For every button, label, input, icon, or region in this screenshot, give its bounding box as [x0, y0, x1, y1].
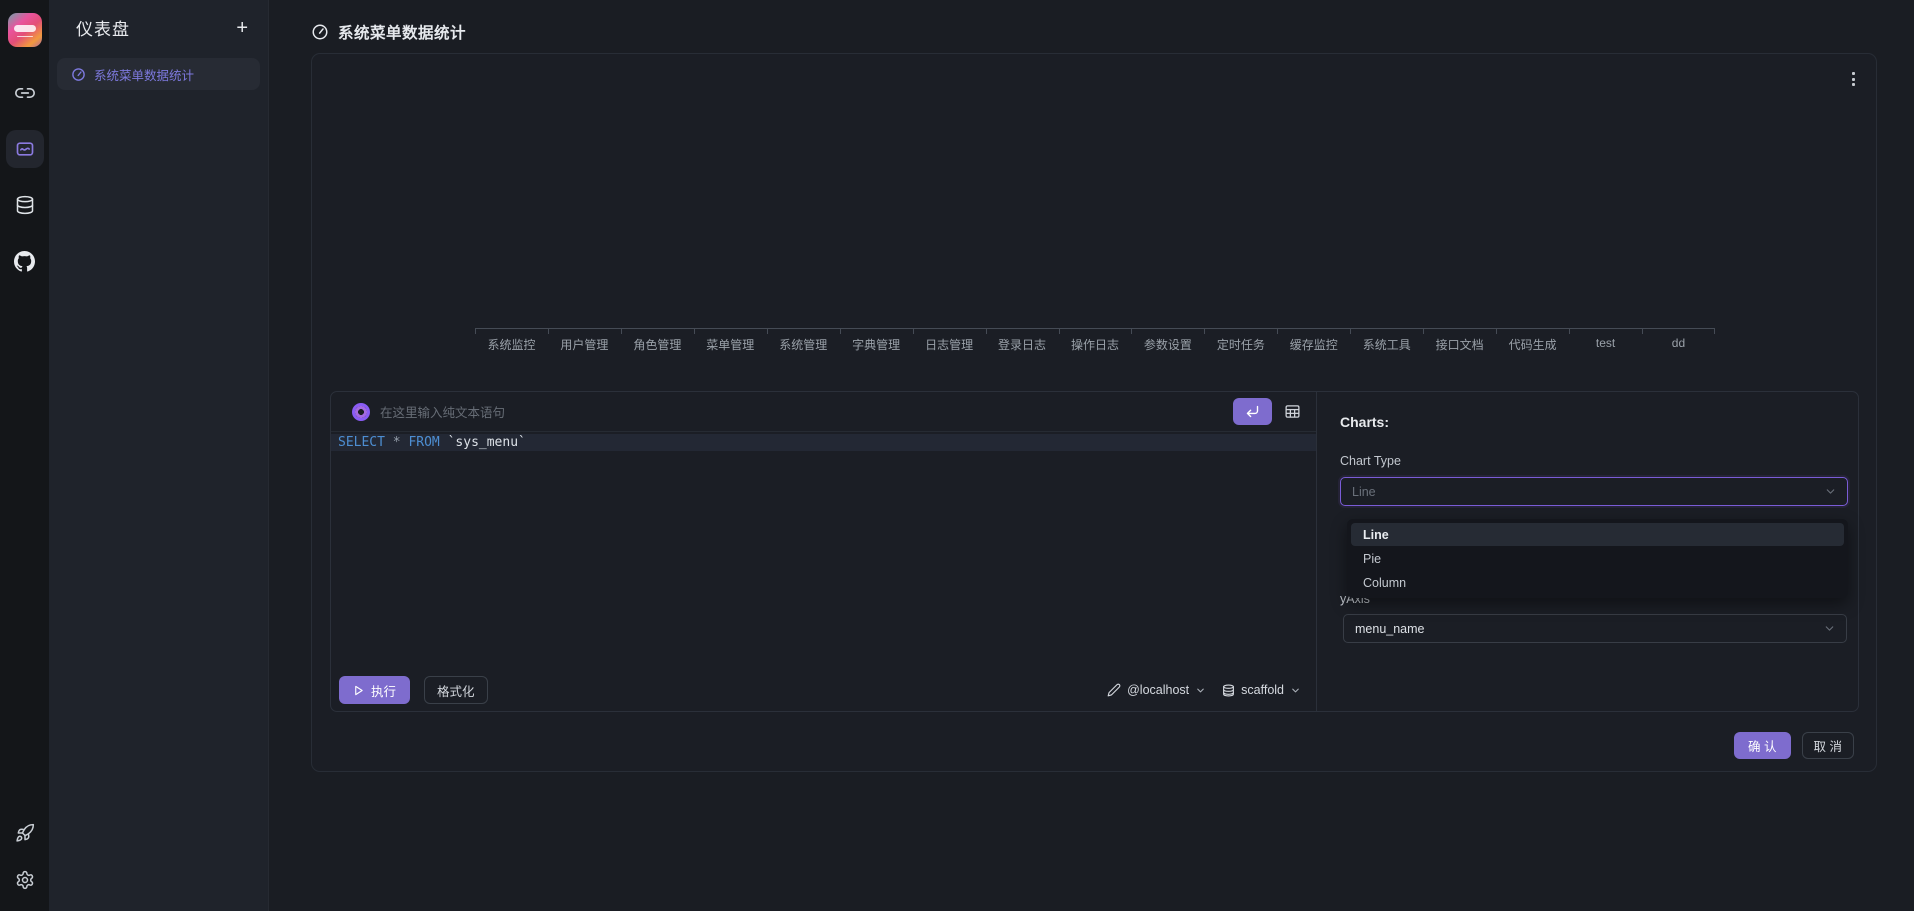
main-area: 系统菜单数据统计 系统监控 用户管理 角色管理 菜单管理 系统管理 字典管理 日… — [269, 0, 1914, 911]
link-icon[interactable] — [6, 74, 44, 112]
run-button[interactable]: 执行 — [339, 676, 410, 704]
table-view-icon[interactable] — [1282, 401, 1303, 422]
x-axis-tick-label: 用户管理 — [548, 329, 621, 353]
icon-rail — [0, 0, 49, 911]
sql-editor: 在这里输入纯文本语句 SELECT * FROM `sys_menu` — [331, 392, 1317, 711]
dashboard-list: 系统菜单数据统计 — [49, 40, 268, 90]
app-logo[interactable] — [8, 13, 42, 47]
dropdown-option[interactable]: Pie — [1351, 547, 1844, 570]
chevron-down-icon — [1290, 685, 1301, 696]
dropdown-option[interactable]: Column — [1351, 571, 1844, 594]
dashboard-chart-icon[interactable] — [6, 130, 44, 168]
sql-token: * — [385, 435, 408, 450]
charts-config-panel: Charts: Chart Type Line yAxis menu_name … — [1317, 392, 1858, 711]
x-axis-tick-label: 定时任务 — [1204, 329, 1277, 353]
dashboard-chart-card: 系统监控 用户管理 角色管理 菜单管理 系统管理 字典管理 日志管理 登录日志 … — [311, 53, 1877, 772]
x-axis-tick-label: 缓存监控 — [1277, 329, 1350, 353]
nl-query-input[interactable]: 在这里输入纯文本语句 — [380, 402, 1223, 421]
database-icon — [1222, 684, 1235, 697]
confirm-button[interactable]: 确 认 — [1734, 732, 1790, 759]
sidebar-title: 仪表盘 — [76, 15, 130, 40]
more-menu-icon[interactable] — [1850, 70, 1857, 88]
chart-type-select[interactable]: Line — [1340, 477, 1848, 506]
card-footer: 确 认 取 消 — [1734, 732, 1854, 759]
charts-panel-title: Charts: — [1340, 414, 1848, 430]
gauge-icon — [71, 67, 86, 82]
rocket-icon[interactable] — [6, 814, 44, 852]
ai-ring-icon — [352, 403, 370, 421]
settings-gear-icon[interactable] — [6, 861, 44, 899]
database-selector[interactable]: scaffold — [1222, 683, 1301, 697]
sql-code-area[interactable]: SELECT * FROM `sys_menu` — [331, 432, 1316, 676]
chevron-down-icon — [1195, 685, 1206, 696]
sidebar-item-label: 系统菜单数据统计 — [94, 65, 194, 84]
x-axis-tick-label: 字典管理 — [840, 329, 913, 353]
dropdown-option[interactable]: Line — [1351, 523, 1844, 546]
dashboard-sidebar: 仪表盘 + 系统菜单数据统计 — [49, 0, 269, 911]
page-title: 系统菜单数据统计 — [338, 21, 466, 43]
database-icon[interactable] — [6, 186, 44, 224]
enter-return-icon — [1245, 404, 1260, 419]
x-axis-tick-label: 接口文档 — [1423, 329, 1496, 353]
connection-selector[interactable]: @localhost — [1107, 683, 1206, 697]
nl-query-bar: 在这里输入纯文本语句 — [331, 392, 1316, 432]
format-button[interactable]: 格式化 — [424, 676, 488, 704]
x-axis-tick-label: 代码生成 — [1496, 329, 1569, 353]
chart-x-axis: 系统监控 用户管理 角色管理 菜单管理 系统管理 字典管理 日志管理 登录日志 … — [475, 328, 1715, 353]
x-axis-tick-label: 操作日志 — [1059, 329, 1132, 353]
sql-token: FROM — [408, 435, 439, 450]
x-axis-tick-label: 角色管理 — [621, 329, 694, 353]
chart-type-label: Chart Type — [1340, 454, 1848, 468]
x-axis-tick-label: 菜单管理 — [694, 329, 767, 353]
chart-type-dropdown: Line Pie Column — [1347, 519, 1848, 598]
gauge-icon — [311, 23, 329, 41]
sql-token: SELECT — [338, 435, 385, 450]
page-header: 系统菜单数据统计 — [269, 0, 1914, 43]
x-axis-tick-label: 系统工具 — [1350, 329, 1423, 353]
query-builder-panel: 在这里输入纯文本语句 SELECT * FROM `sys_menu` — [330, 391, 1859, 712]
x-axis-tick-label: 系统管理 — [767, 329, 840, 353]
yaxis-select[interactable]: menu_name — [1343, 614, 1847, 643]
sql-token: `sys_menu` — [440, 435, 526, 450]
x-axis-tick-label: 日志管理 — [913, 329, 986, 353]
editor-toolbar: 执行 格式化 @localhost scaffold — [331, 676, 1316, 711]
submit-nl-button[interactable] — [1233, 398, 1272, 425]
x-axis-tick-label: 参数设置 — [1131, 329, 1204, 353]
play-icon — [353, 685, 364, 696]
x-axis-tick-label: test — [1569, 329, 1642, 353]
github-icon[interactable] — [6, 242, 44, 280]
x-axis-tick-label: 系统监控 — [475, 329, 548, 353]
x-axis-tick-label: dd — [1642, 329, 1715, 353]
cancel-button[interactable]: 取 消 — [1802, 732, 1854, 759]
chevron-down-icon — [1823, 622, 1836, 635]
add-dashboard-button[interactable]: + — [236, 18, 248, 38]
pen-icon — [1107, 683, 1121, 697]
sidebar-item-dashboard[interactable]: 系统菜单数据统计 — [57, 58, 260, 90]
sql-current-line[interactable]: SELECT * FROM `sys_menu` — [331, 434, 1316, 451]
x-axis-tick-label: 登录日志 — [986, 329, 1059, 353]
chevron-down-icon — [1824, 485, 1837, 498]
